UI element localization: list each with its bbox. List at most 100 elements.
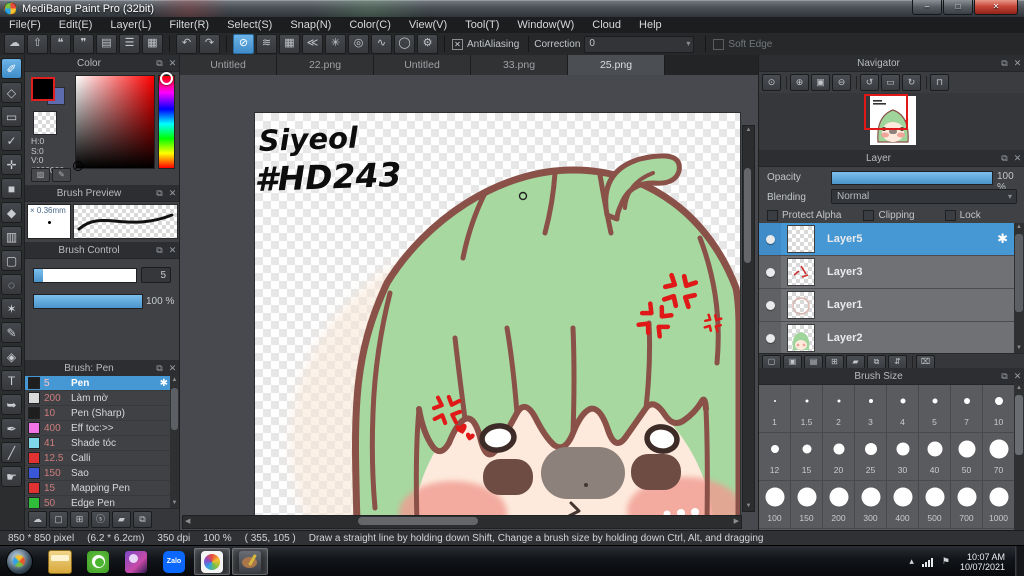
show-desktop-button[interactable] xyxy=(1015,546,1024,576)
brush-opacity-slider[interactable] xyxy=(33,294,143,309)
tray-expand-icon[interactable]: ▴ xyxy=(909,556,914,567)
merge-layer-icon[interactable]: ⇵ xyxy=(888,354,907,368)
close-icon[interactable]: ✕ xyxy=(1011,58,1024,69)
restore-button[interactable]: □ xyxy=(943,0,973,15)
menu-layer[interactable]: Layer(L) xyxy=(101,17,160,33)
polyline-tool[interactable]: ✓ xyxy=(1,130,22,151)
hue-slider[interactable] xyxy=(158,72,175,169)
brush-item-pen-sharp-[interactable]: 10 Pen (Sharp) xyxy=(25,406,171,421)
menu-file[interactable]: File(F) xyxy=(0,17,50,33)
close-button[interactable]: ✕ xyxy=(974,0,1018,15)
brush-size-option-4[interactable]: 4 xyxy=(887,385,919,433)
brush-folder-icon[interactable]: ▰ xyxy=(112,511,131,528)
cloud-brush-icon[interactable]: ☁ xyxy=(28,511,47,528)
navigator-viewport-rect[interactable] xyxy=(864,94,908,130)
layer-row-layer1[interactable]: Layer1 xyxy=(759,289,1024,322)
tab-22-png[interactable]: 22.png xyxy=(277,55,374,75)
popout-icon[interactable]: ⧉ xyxy=(153,58,166,69)
brush-script-icon[interactable]: ⓢ xyxy=(91,511,110,528)
fill-shape-tool[interactable]: ■ xyxy=(1,178,22,199)
zalo-icon[interactable]: Zalo xyxy=(156,548,192,575)
brush-size-option-30[interactable]: 30 xyxy=(887,433,919,481)
snap-parallel-icon[interactable]: ≋ xyxy=(256,34,277,54)
brush-size-option-20[interactable]: 20 xyxy=(823,433,855,481)
select-eraser-tool[interactable]: ◈ xyxy=(1,346,22,367)
brush-size-option-7[interactable]: 7 xyxy=(951,385,983,433)
gradient-tool[interactable]: ▥ xyxy=(1,226,22,247)
start-button[interactable] xyxy=(6,548,33,575)
material-panel-icon[interactable]: ☰ xyxy=(119,34,140,54)
layer-visibility-toggle[interactable] xyxy=(759,256,781,288)
input-language-icon[interactable]: ⚑ xyxy=(942,556,950,567)
duplicate-brush-icon[interactable]: ⧉ xyxy=(133,511,152,528)
color-option-button-2[interactable]: ✎ xyxy=(52,168,71,182)
canvas-area[interactable]: Siyeol #HD243 ▲ ▼ ◀ ▶ xyxy=(180,75,758,530)
brush-list-scrollbar[interactable]: ▲ ▼ xyxy=(170,376,179,508)
add-8bit-layer-icon[interactable]: ▣ xyxy=(783,354,802,368)
navigator-preview[interactable] xyxy=(759,93,1024,150)
move-tool[interactable]: ✛ xyxy=(1,154,22,175)
brush-item-pen[interactable]: 5 Pen ✱ xyxy=(25,376,171,391)
brush-size-option-300[interactable]: 300 xyxy=(855,481,887,529)
popout-icon[interactable]: ⧉ xyxy=(153,188,166,199)
clipping-checkbox[interactable] xyxy=(863,209,875,221)
add-1bit-layer-icon[interactable]: ▤ xyxy=(804,354,823,368)
menu-view[interactable]: View(V) xyxy=(400,17,456,33)
brush-size-option-40[interactable]: 40 xyxy=(919,433,951,481)
canvas-hscrollbar[interactable]: ◀ ▶ xyxy=(182,515,742,529)
menu-edit[interactable]: Edit(E) xyxy=(50,17,102,33)
lasso-tool[interactable]: ◌ xyxy=(1,274,22,295)
snap-off-icon[interactable]: ⊘ xyxy=(233,34,254,54)
shape-brush-tool[interactable]: ▭ xyxy=(1,106,22,127)
hue-cursor[interactable] xyxy=(160,72,173,85)
snap-settings-icon[interactable]: ⚙ xyxy=(417,34,438,54)
menu-tool[interactable]: Tool(T) xyxy=(456,17,508,33)
close-icon[interactable]: ✕ xyxy=(166,245,179,256)
brush-item-shade-t-c[interactable]: 41 Shade tóc xyxy=(25,436,171,451)
fit-window-icon[interactable]: ▣ xyxy=(811,74,830,91)
zoom-in-icon[interactable]: ⊕ xyxy=(790,74,809,91)
popout-icon[interactable]: ⧉ xyxy=(998,153,1011,164)
close-icon[interactable]: ✕ xyxy=(1011,371,1024,382)
explorer-icon[interactable] xyxy=(42,548,78,575)
correction-dropdown[interactable]: 0 ▾ xyxy=(584,35,695,53)
transform-tool[interactable]: ➥ xyxy=(1,394,22,415)
coccoc-icon[interactable] xyxy=(80,548,116,575)
menu-color[interactable]: Color(C) xyxy=(340,17,400,33)
menu-window[interactable]: Window(W) xyxy=(508,17,583,33)
comment-icon[interactable]: ❝ xyxy=(50,34,71,54)
network-icon[interactable] xyxy=(921,557,934,567)
brush-item-calli[interactable]: 12.5 Calli xyxy=(25,451,171,466)
brush-size-option-2[interactable]: 2 xyxy=(823,385,855,433)
brush-size-option-12[interactable]: 12 xyxy=(759,433,791,481)
brush-size-option-3[interactable]: 3 xyxy=(855,385,887,433)
close-icon[interactable]: ✕ xyxy=(166,363,179,374)
text-tool[interactable]: T xyxy=(1,370,22,391)
zoom-out-icon[interactable]: ⊖ xyxy=(832,74,851,91)
soft-edge-checkbox[interactable] xyxy=(713,38,725,50)
tab-25-png[interactable]: 25.png xyxy=(568,55,665,75)
brush-size-value[interactable]: 5 xyxy=(141,267,171,283)
delete-layer-icon[interactable]: ⌧ xyxy=(916,354,935,368)
brush-size-option-1.5[interactable]: 1.5 xyxy=(791,385,823,433)
popout-icon[interactable]: ⧉ xyxy=(998,371,1011,382)
close-icon[interactable]: ✕ xyxy=(166,58,179,69)
brush-size-option-5[interactable]: 5 xyxy=(919,385,951,433)
brush-item-sao[interactable]: 150 Sao xyxy=(25,466,171,481)
sv-cursor[interactable] xyxy=(73,161,83,171)
bucket-tool[interactable]: ◆ xyxy=(1,202,22,223)
snap-grid-icon[interactable]: ▦ xyxy=(279,34,300,54)
duplicate-layer-icon[interactable]: ⧉ xyxy=(867,354,886,368)
snap-ellipse-icon[interactable]: ◯ xyxy=(394,34,415,54)
rotate-lock-icon[interactable]: ⊓ xyxy=(930,74,949,91)
brush-item-eff-toc-[interactable]: 400 Eff toc:>> xyxy=(25,421,171,436)
menu-snap[interactable]: Snap(N) xyxy=(281,17,340,33)
snap-curve-icon[interactable]: ∿ xyxy=(371,34,392,54)
brush-tool[interactable]: ✐ xyxy=(1,58,22,79)
layer-opacity-slider[interactable] xyxy=(831,171,993,185)
brush-size-option-70[interactable]: 70 xyxy=(983,433,1015,481)
zoom-actual-icon[interactable]: ⊙ xyxy=(762,74,781,91)
brush-size-option-200[interactable]: 200 xyxy=(823,481,855,529)
layer-row-layer2[interactable]: Layer2 xyxy=(759,322,1024,353)
taskbar-clock[interactable]: 10:07 AM 10/07/2021 xyxy=(960,552,1005,572)
